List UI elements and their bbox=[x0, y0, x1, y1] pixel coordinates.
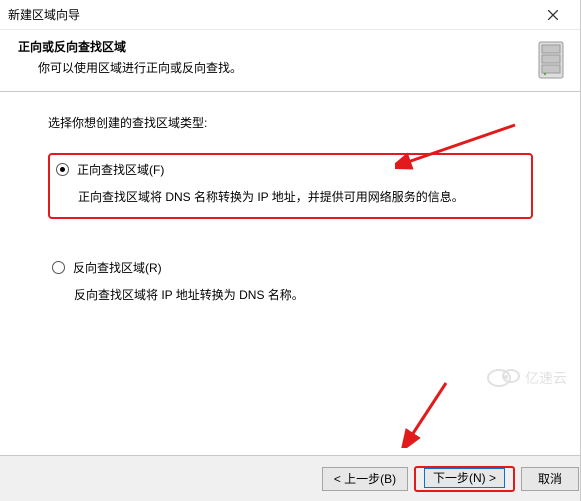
title-bar: 新建区域向导 bbox=[0, 0, 581, 30]
forward-zone-option[interactable]: 正向查找区域(F) bbox=[56, 161, 521, 178]
radio-reverse-zone[interactable] bbox=[52, 261, 65, 274]
reverse-zone-desc: 反向查找区域将 IP 地址转换为 DNS 名称。 bbox=[52, 286, 533, 305]
back-button[interactable]: < 上一步(B) bbox=[322, 467, 408, 491]
wizard-subheading: 你可以使用区域进行正向或反向查找。 bbox=[18, 55, 531, 76]
reverse-zone-label: 反向查找区域(R) bbox=[73, 259, 162, 276]
reverse-zone-block: 反向查找区域(R) 反向查找区域将 IP 地址转换为 DNS 名称。 bbox=[48, 259, 533, 305]
next-button-highlight: 下一步(N) > bbox=[414, 466, 515, 492]
cancel-button-label: 取消 bbox=[538, 470, 562, 487]
wizard-footer: < 上一步(B) 下一步(N) > 取消 bbox=[0, 455, 581, 501]
reverse-zone-option[interactable]: 反向查找区域(R) bbox=[52, 259, 533, 276]
next-button-label: 下一步(N) > bbox=[433, 469, 496, 486]
window-title: 新建区域向导 bbox=[8, 6, 533, 23]
watermark-text: 亿速云 bbox=[525, 371, 567, 387]
close-icon bbox=[548, 10, 558, 20]
wizard-content: 选择你想创建的查找区域类型: 正向查找区域(F) 正向查找区域将 DNS 名称转… bbox=[0, 92, 581, 305]
arrow-to-next-button bbox=[388, 378, 468, 448]
wizard-heading: 正向或反向查找区域 bbox=[18, 38, 531, 55]
close-button[interactable] bbox=[533, 1, 573, 29]
cancel-button[interactable]: 取消 bbox=[521, 467, 579, 491]
back-button-label: < 上一步(B) bbox=[334, 470, 396, 487]
radio-forward-zone[interactable] bbox=[56, 163, 69, 176]
forward-zone-desc: 正向查找区域将 DNS 名称转换为 IP 地址，并提供可用网络服务的信息。 bbox=[56, 188, 521, 207]
zone-type-prompt: 选择你想创建的查找区域类型: bbox=[48, 114, 533, 131]
forward-zone-highlight: 正向查找区域(F) 正向查找区域将 DNS 名称转换为 IP 地址，并提供可用网… bbox=[48, 153, 533, 219]
next-button[interactable]: 下一步(N) > bbox=[424, 468, 505, 488]
wizard-header-text: 正向或反向查找区域 你可以使用区域进行正向或反向查找。 bbox=[0, 30, 531, 91]
watermark: 亿速云 bbox=[485, 363, 575, 393]
server-icon bbox=[531, 30, 581, 91]
wizard-header: 正向或反向查找区域 你可以使用区域进行正向或反向查找。 bbox=[0, 30, 581, 92]
forward-zone-label: 正向查找区域(F) bbox=[77, 161, 164, 178]
